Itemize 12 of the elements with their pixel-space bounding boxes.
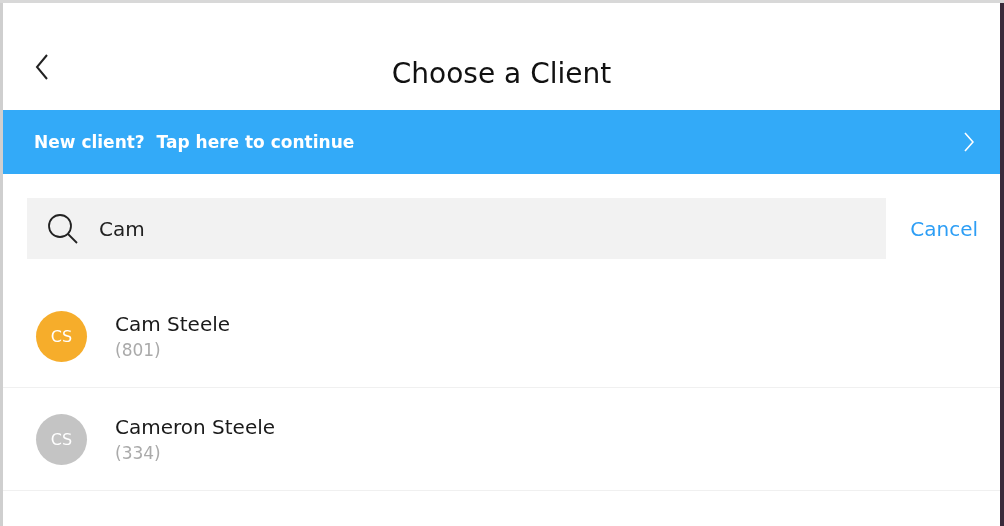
client-phone: (334): [115, 443, 162, 463]
client-row[interactable]: CS Cam Steele (801): [3, 285, 1000, 388]
chevron-left-icon: [35, 54, 49, 80]
avatar: CS: [36, 413, 87, 465]
client-phone: (801): [115, 340, 162, 360]
avatar: CS: [36, 310, 87, 362]
client-name: Cam Steele: [115, 312, 231, 336]
client-row[interactable]: CS Cameron Steele (334): [3, 388, 1000, 491]
client-name: Cameron Steele: [115, 415, 276, 439]
search-field[interactable]: Cam: [27, 198, 887, 259]
page-title: Choose a Client: [391, 57, 612, 90]
chevron-right-icon: [964, 132, 974, 152]
